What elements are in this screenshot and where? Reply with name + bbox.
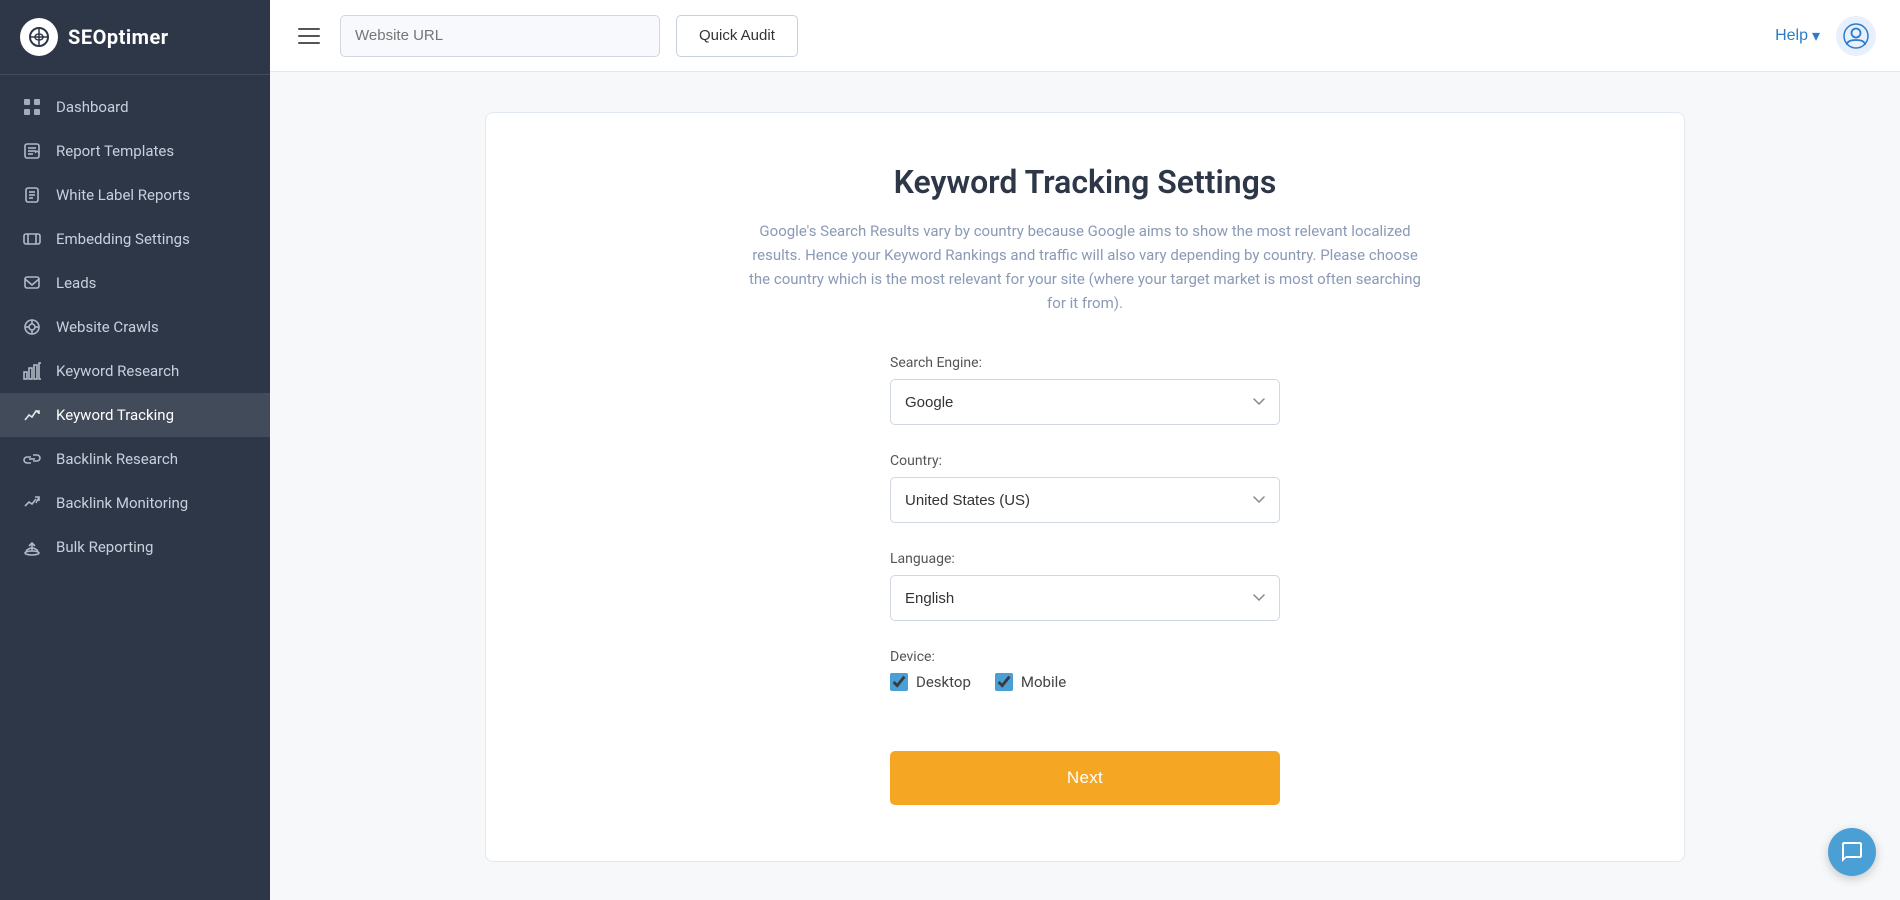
- report-templates-icon: [22, 141, 42, 161]
- sidebar-item-white-label-reports[interactable]: White Label Reports: [0, 173, 270, 217]
- page-description: Google's Search Results vary by country …: [745, 219, 1425, 315]
- chat-widget[interactable]: [1828, 828, 1876, 876]
- mobile-checkbox-item[interactable]: Mobile: [995, 673, 1066, 691]
- brand-name: SEOptimer: [68, 25, 169, 49]
- mobile-label: Mobile: [1021, 673, 1066, 691]
- country-group: Country: United States (US) United Kingd…: [890, 453, 1280, 523]
- dashboard-icon: [22, 97, 42, 117]
- sidebar-item-website-crawls[interactable]: Website Crawls: [0, 305, 270, 349]
- backlink-research-icon: [22, 449, 42, 469]
- settings-form: Search Engine: Google Bing Yahoo Country…: [890, 355, 1280, 805]
- sidebar: SEOptimer Dashboard Report Templates Whi…: [0, 0, 270, 900]
- device-checkboxes: Desktop Mobile: [890, 673, 1280, 691]
- logo-icon: [20, 18, 58, 56]
- desktop-label: Desktop: [916, 673, 971, 691]
- sidebar-label-embedding: Embedding Settings: [56, 230, 190, 248]
- sidebar-label-report-templates: Report Templates: [56, 142, 174, 160]
- keyword-research-icon: [22, 361, 42, 381]
- sidebar-label-keyword-research: Keyword Research: [56, 362, 179, 380]
- language-select[interactable]: English Spanish French German Portuguese: [890, 575, 1280, 621]
- website-crawls-icon: [22, 317, 42, 337]
- desktop-checkbox-item[interactable]: Desktop: [890, 673, 971, 691]
- country-label: Country:: [890, 453, 1280, 469]
- menu-line-3: [298, 42, 320, 44]
- device-group: Device: Desktop Mobile: [890, 649, 1280, 691]
- sidebar-item-bulk-reporting[interactable]: Bulk Reporting: [0, 525, 270, 569]
- bulk-reporting-icon: [22, 537, 42, 557]
- country-select[interactable]: United States (US) United Kingdom (GB) C…: [890, 477, 1280, 523]
- search-engine-select[interactable]: Google Bing Yahoo: [890, 379, 1280, 425]
- sidebar-label-dashboard: Dashboard: [56, 98, 129, 116]
- sidebar-item-keyword-tracking[interactable]: Keyword Tracking: [0, 393, 270, 437]
- user-avatar[interactable]: [1836, 16, 1876, 56]
- sidebar-label-leads: Leads: [56, 274, 96, 292]
- sidebar-label-backlink-research: Backlink Research: [56, 450, 178, 468]
- sidebar-logo: SEOptimer: [0, 0, 270, 75]
- content-area: Keyword Tracking Settings Google's Searc…: [270, 72, 1900, 900]
- quick-audit-button[interactable]: Quick Audit: [676, 15, 798, 57]
- header: Quick Audit Help ▾: [270, 0, 1900, 72]
- search-engine-label: Search Engine:: [890, 355, 1280, 371]
- sidebar-item-backlink-monitoring[interactable]: Backlink Monitoring: [0, 481, 270, 525]
- keyword-tracking-icon: [22, 405, 42, 425]
- menu-line-2: [298, 35, 320, 37]
- sidebar-item-keyword-research[interactable]: Keyword Research: [0, 349, 270, 393]
- desktop-checkbox[interactable]: [890, 673, 908, 691]
- sidebar-item-dashboard[interactable]: Dashboard: [0, 85, 270, 129]
- menu-line-1: [298, 28, 320, 30]
- sidebar-label-keyword-tracking: Keyword Tracking: [56, 406, 174, 424]
- sidebar-label-website-crawls: Website Crawls: [56, 318, 159, 336]
- sidebar-item-embedding-settings[interactable]: Embedding Settings: [0, 217, 270, 261]
- sidebar-item-leads[interactable]: Leads: [0, 261, 270, 305]
- main-area: Quick Audit Help ▾ Keyword Tracking Sett…: [270, 0, 1900, 900]
- language-label: Language:: [890, 551, 1280, 567]
- language-group: Language: English Spanish French German …: [890, 551, 1280, 621]
- sidebar-label-backlink-monitoring: Backlink Monitoring: [56, 494, 188, 512]
- page-title: Keyword Tracking Settings: [546, 163, 1624, 201]
- mobile-checkbox[interactable]: [995, 673, 1013, 691]
- sidebar-label-bulk-reporting: Bulk Reporting: [56, 538, 153, 556]
- help-chevron-icon: ▾: [1812, 26, 1820, 46]
- sidebar-nav: Dashboard Report Templates White Label R…: [0, 75, 270, 900]
- menu-button[interactable]: [294, 24, 324, 48]
- sidebar-item-backlink-research[interactable]: Backlink Research: [0, 437, 270, 481]
- backlink-monitoring-icon: [22, 493, 42, 513]
- leads-icon: [22, 273, 42, 293]
- white-label-reports-icon: [22, 185, 42, 205]
- embedding-settings-icon: [22, 229, 42, 249]
- search-engine-group: Search Engine: Google Bing Yahoo: [890, 355, 1280, 425]
- help-button[interactable]: Help ▾: [1775, 26, 1820, 46]
- help-label: Help: [1775, 27, 1808, 45]
- sidebar-item-report-templates[interactable]: Report Templates: [0, 129, 270, 173]
- next-button[interactable]: Next: [890, 751, 1280, 805]
- device-label: Device:: [890, 649, 1280, 665]
- settings-card: Keyword Tracking Settings Google's Searc…: [485, 112, 1685, 862]
- sidebar-label-white-label: White Label Reports: [56, 186, 190, 204]
- url-input[interactable]: [340, 15, 660, 57]
